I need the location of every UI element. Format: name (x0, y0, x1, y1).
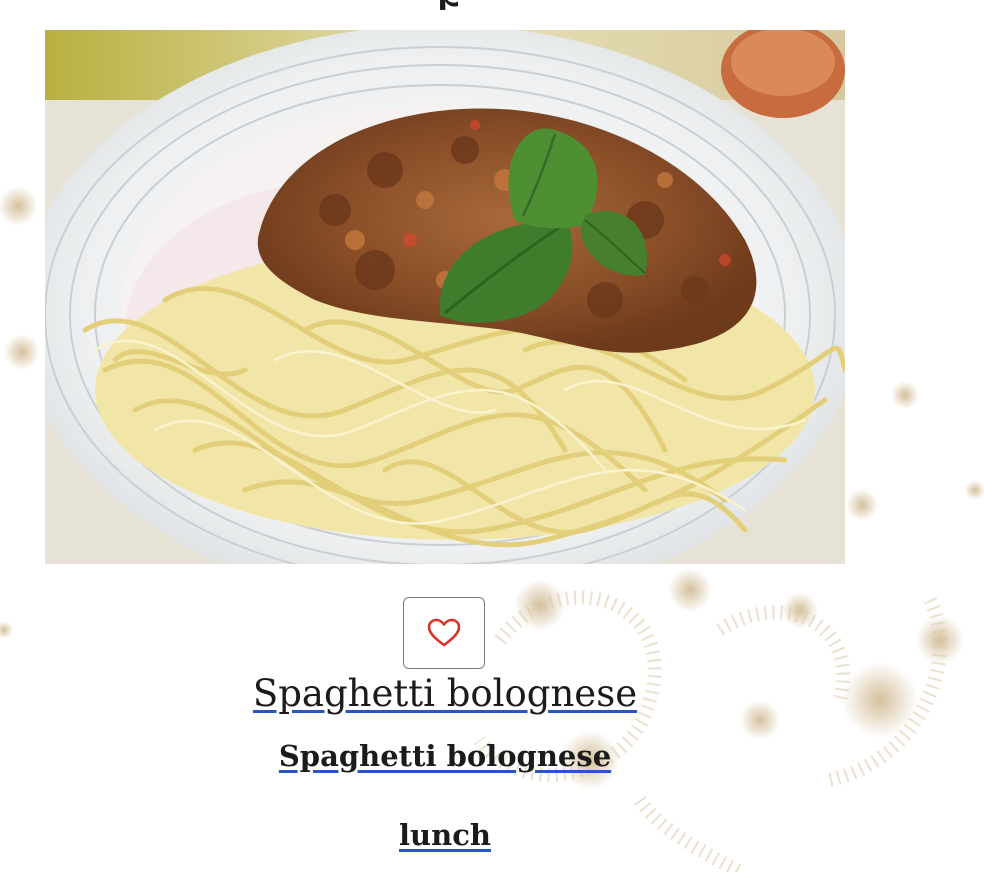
recipe-subtitle: Spaghetti bolognese (0, 739, 890, 773)
recipe-title-link[interactable]: Spaghetti bolognese (253, 672, 637, 715)
page-heading-fragment: p (436, 0, 458, 10)
recipe-category: lunch (0, 818, 890, 852)
recipe-title: Spaghetti bolognese (0, 672, 890, 715)
recipe-image (45, 30, 845, 564)
recipe-category-link[interactable]: lunch (399, 818, 491, 852)
recipe-subtitle-link[interactable]: Spaghetti bolognese (279, 739, 611, 773)
heart-icon (427, 618, 461, 647)
favorite-button[interactable] (403, 597, 485, 669)
